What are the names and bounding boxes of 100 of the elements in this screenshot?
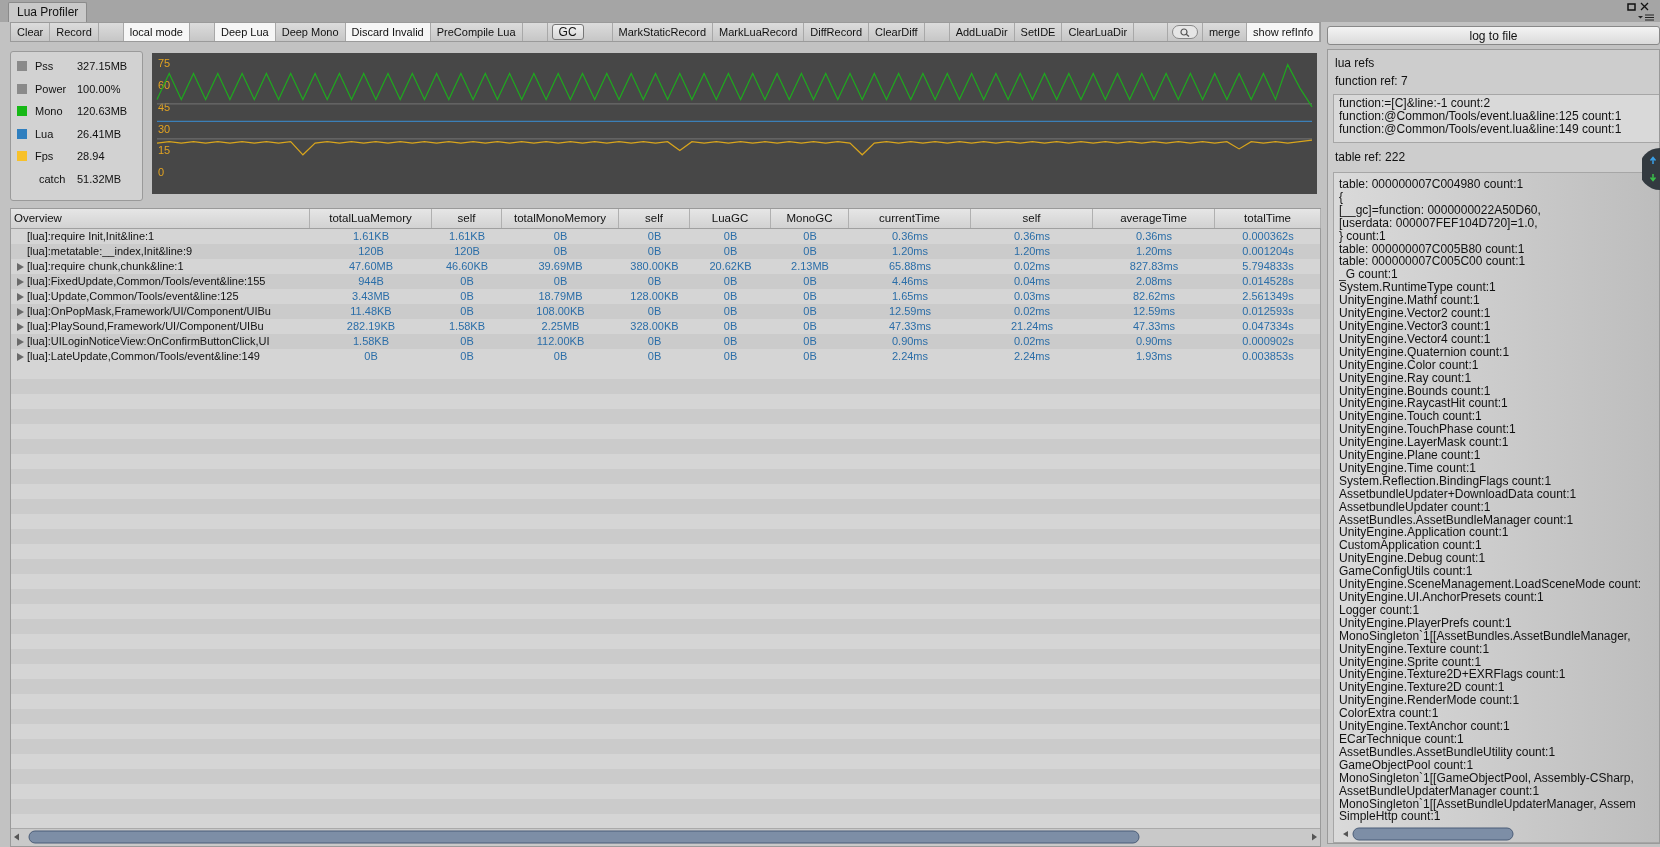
toggle-button[interactable]: local mode: [123, 23, 190, 41]
table-cell-text: 0B: [802, 274, 818, 289]
maximize-icon[interactable]: [1627, 3, 1636, 11]
ref-line: table: 000000007C004980 count:1: [1339, 178, 1524, 191]
table-cell-text: 0B: [802, 229, 818, 244]
expand-arrow-icon[interactable]: [17, 277, 24, 286]
ref-line: UnityEngine.Ray count:1: [1339, 370, 1472, 385]
table-cell-text: 120B: [357, 244, 385, 259]
toolbar-button[interactable]: ClearDiff: [869, 23, 925, 41]
table-cell-text: 12.59ms: [1131, 304, 1177, 319]
table-cell-text: 0.36ms: [1134, 229, 1174, 244]
legend-value: 327.15MB: [77, 60, 128, 73]
table-cell-text: 282.19KB: [345, 319, 397, 334]
ref-line: function:@Common/Tools/event.lua&line:149 count:1: [1339, 122, 1623, 136]
ref-line: _G count:1: [1339, 267, 1398, 282]
expand-arrow-icon[interactable]: [17, 307, 24, 316]
table-cell-text: 1.20ms: [1134, 244, 1174, 259]
table-cell-text: 0B: [722, 334, 739, 349]
toggle-button[interactable]: Deep Mono: [275, 23, 346, 41]
ref-count: table ref: 222: [1334, 149, 1407, 166]
expand-arrow-icon[interactable]: [17, 262, 24, 271]
legend-label: Pss: [35, 60, 55, 73]
ref-line: table: 000000007C005C00 count:1: [1339, 254, 1526, 269]
toggle-button[interactable]: Deep Lua: [214, 23, 276, 41]
expand-arrow-icon[interactable]: [17, 352, 24, 361]
toggle-button[interactable]: PreCompile Lua: [430, 23, 523, 41]
function-name: [lua]:require Init,Init&line:1: [27, 229, 155, 244]
axis-tick-label: 15: [158, 144, 171, 157]
ref-line: MonoSingleton`1[[AssetBundleUpdaterManager, Assem: [1339, 796, 1636, 811]
table-cell-text: 1.20ms: [890, 244, 930, 259]
toolbar-button[interactable]: ClearLuaDir: [1062, 23, 1135, 41]
toolbar-button[interactable]: AddLuaDir: [949, 23, 1015, 41]
ref-line: } count:1: [1339, 228, 1386, 243]
axis-tick-label: 45: [158, 100, 171, 113]
column-header[interactable]: totalMonoMemory: [502, 209, 619, 228]
table-cell-text: 82.62ms: [1131, 289, 1177, 304]
column-header[interactable]: averageTime: [1093, 209, 1215, 228]
column-header[interactable]: LuaGC: [690, 209, 771, 228]
ref-line: UnityEngine.RaycastHit count:1: [1339, 396, 1508, 411]
expand-arrow-icon[interactable]: [17, 322, 24, 331]
ref-line: MonoSingleton`1[[GameObjectPool, Assembly-CSharp,: [1339, 770, 1634, 785]
table-cell-text: 0B: [646, 349, 663, 364]
toggle-button[interactable]: Discard Invalid: [345, 23, 431, 41]
toolbar-button[interactable]: SetIDE: [1014, 23, 1063, 41]
legend-value: 51.32MB: [77, 172, 122, 185]
column-header[interactable]: totalLuaMemory: [310, 209, 432, 228]
ref-line: UnityEngine.Touch count:1: [1339, 409, 1482, 424]
column-header[interactable]: self: [432, 209, 502, 228]
table-cell-text: 0.02ms: [1012, 259, 1052, 274]
table-cell-text: 3.43MB: [351, 289, 391, 304]
table-cell-text: 0B: [552, 229, 569, 244]
table-cell-text: 0.02ms: [1012, 304, 1052, 319]
section-title: lua refs: [1334, 55, 1376, 72]
table-cell-text: 2.24ms: [1012, 349, 1052, 364]
table-cell-text: 4.46ms: [890, 274, 930, 289]
window-title[interactable]: Lua Profiler: [8, 2, 88, 22]
toolbar-button[interactable]: Clear: [11, 23, 51, 41]
table-cell-text: 0.36ms: [890, 229, 930, 244]
toolbar-button[interactable]: Record: [50, 23, 99, 41]
axis-tick-label: 30: [158, 122, 171, 135]
expand-arrow-icon[interactable]: [17, 292, 24, 301]
function-name: [lua]:OnPopMask,Framework/UI/Component/UIBu: [27, 304, 271, 319]
table-cell-text: 827.83ms: [1128, 259, 1180, 274]
expand-arrow-icon[interactable]: [17, 337, 24, 346]
table-cell-text: 18.79MB: [537, 289, 584, 304]
toolbar-button[interactable]: DiffRecord: [804, 23, 870, 41]
toggle-button[interactable]: show refInfo: [1247, 23, 1320, 41]
table-cell-text: 0.03ms: [1012, 289, 1052, 304]
table-cell-text: 0B: [646, 244, 663, 259]
table-cell-text: 21.24ms: [1009, 319, 1055, 334]
column-header[interactable]: self: [619, 209, 690, 228]
search-field[interactable]: [1171, 25, 1198, 39]
toolbar-button[interactable]: MarkStaticRecord: [612, 23, 713, 41]
gc-button[interactable]: GC: [551, 24, 584, 40]
column-header[interactable]: currentTime: [849, 209, 971, 228]
close-icon[interactable]: [1640, 2, 1649, 11]
function-name: [lua]:Update,Common/Tools/event&line:125: [27, 289, 239, 304]
log-to-file-button[interactable]: log to file: [1327, 26, 1660, 45]
table-cell-text: 0.001204s: [1241, 244, 1295, 259]
toolbar-button[interactable]: MarkLuaRecord: [713, 23, 805, 41]
table-cell-text: 944B: [357, 274, 385, 289]
table-cell-text: 11.48KB: [349, 304, 393, 319]
ref-line: MonoSingleton`1[[AssetBundles.AssetBundleManager,: [1339, 628, 1631, 643]
table-cell-text: 47.33ms: [887, 319, 933, 334]
column-header[interactable]: MonoGC: [771, 209, 849, 228]
table-cell-text: 46.60KB: [444, 259, 490, 274]
table-cell-text: 2.25MB: [540, 319, 581, 334]
ref-line: table: 000000007C005B80 count:1: [1339, 241, 1525, 256]
table-cell-text: 5.794833s: [1241, 259, 1295, 274]
function-name: [lua]:PlaySound,Framework/UI/Component/UIBu: [27, 319, 264, 334]
table-cell-text: 1.20ms: [1012, 244, 1052, 259]
table-cell-text: 0B: [802, 289, 818, 304]
column-header[interactable]: Overview: [11, 209, 310, 228]
ref-count: function ref: 7: [1334, 73, 1409, 90]
table-cell-text: 0B: [459, 349, 475, 364]
column-header[interactable]: totalTime: [1215, 209, 1321, 228]
legend-label: Mono: [35, 105, 64, 118]
table-cell-text: 0B: [552, 274, 569, 289]
column-header[interactable]: self: [971, 209, 1093, 228]
menu-icon[interactable]: [1638, 14, 1654, 21]
